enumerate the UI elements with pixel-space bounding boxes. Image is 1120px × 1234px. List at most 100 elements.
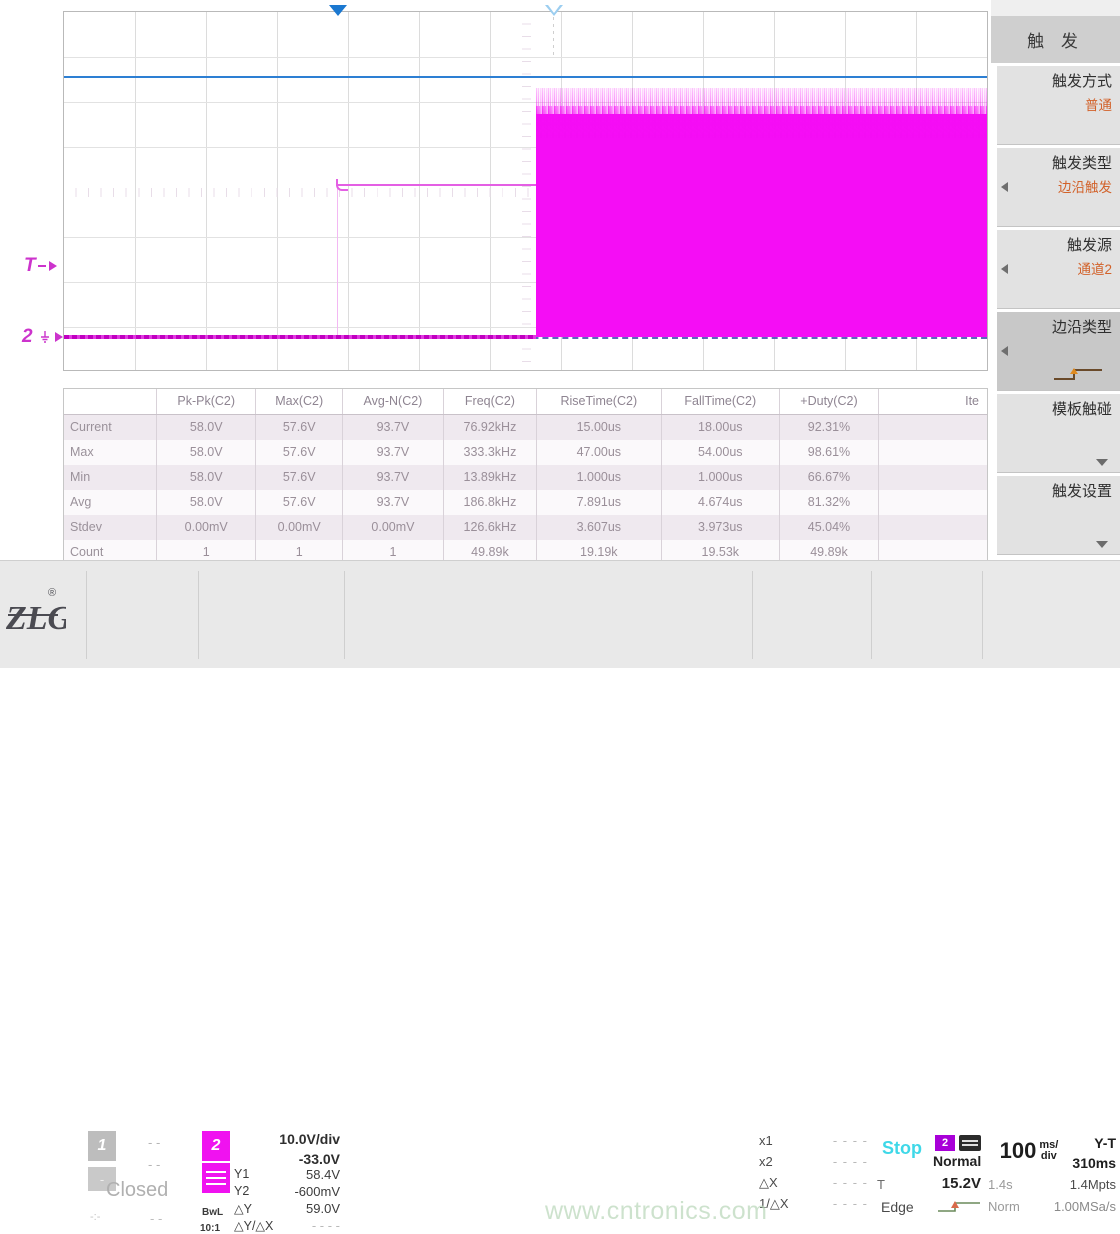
cursor-inverse-delta-x-value: - - - -: [833, 1196, 868, 1211]
cursor-x2-label: x2: [759, 1154, 773, 1169]
run-stop-status[interactable]: Stop: [875, 1133, 929, 1163]
col-head-5: RiseTime(C2): [536, 389, 661, 415]
status-bar[interactable]: ZLG ® 1 - - - - - Closed -:- - - 2 10.0V…: [0, 560, 1120, 668]
sample-rate: 1.00MSa/s: [1054, 1199, 1116, 1214]
timebase-status[interactable]: 100 ms/ div Y-T 310ms 1.4s 1.4Mpts Norm …: [986, 1133, 1118, 1221]
sidebar-item-edge-type[interactable]: 边沿类型: [997, 311, 1120, 391]
table-row: Current 58.0V 57.6V 93.7V 76.92kHz 15.00…: [64, 415, 987, 441]
channel1-value-mid: - -: [148, 1157, 160, 1172]
channel2-ground-indicator[interactable]: 2: [22, 326, 63, 348]
cell: 0.00mV: [256, 515, 342, 540]
cursor-x1-value: - - - -: [833, 1133, 868, 1148]
cell: 81.32%: [779, 490, 878, 515]
chevron-down-icon[interactable]: [1096, 459, 1108, 466]
trigger-level-label: T: [877, 1177, 885, 1192]
display-mode[interactable]: Y-T: [1094, 1135, 1116, 1151]
cell: 58.0V: [157, 490, 256, 515]
trigger-position-marker[interactable]: [329, 5, 347, 16]
col-head-4: Freq(C2): [443, 389, 536, 415]
watermark: www.cntronics.com: [545, 1197, 767, 1226]
trigger-status[interactable]: Stop 2 Normal T 15.2V Edge: [875, 1133, 983, 1221]
cell: 47.00us: [536, 440, 661, 465]
acquisition-mode[interactable]: Norm: [988, 1199, 1020, 1214]
channel2-mid-segment: [336, 184, 536, 186]
zlg-logo: ZLG: [6, 591, 66, 641]
channel2-probe-ratio[interactable]: 10:1: [200, 1223, 220, 1234]
cell: [879, 415, 988, 441]
channel1-badge[interactable]: 1: [88, 1131, 116, 1161]
sidebar-item-label: 触发源: [1001, 236, 1112, 256]
delta-y-over-x-value: - - - -: [312, 1218, 340, 1233]
channel2-volts-per-div: 10.0V/div: [279, 1131, 340, 1147]
sidebar-item-label: 触发方式: [1001, 72, 1112, 92]
timebase-value-box[interactable]: 100 ms/ div: [986, 1133, 1072, 1169]
sidebar-item-label: 触发类型: [1001, 154, 1112, 174]
memory-depth[interactable]: 1.4Mpts: [1070, 1177, 1116, 1192]
table-row: Max 58.0V 57.6V 93.7V 333.3kHz 47.00us 5…: [64, 440, 987, 465]
cell: 333.3kHz: [443, 440, 536, 465]
trigger-level-indicator[interactable]: T: [24, 255, 57, 277]
col-head-3: Avg-N(C2): [342, 389, 443, 415]
cell: 45.04%: [779, 515, 878, 540]
sidebar-item-trigger-settings[interactable]: 触发设置: [997, 475, 1120, 555]
sidebar-top-strip: [991, 0, 1120, 17]
rising-edge-icon: [1052, 366, 1106, 382]
sidebar-item-trigger-type[interactable]: 触发类型 边沿触发: [997, 147, 1120, 227]
trigger-level-value[interactable]: 15.2V: [942, 1175, 981, 1192]
trigger-delay-marker[interactable]: [545, 5, 563, 16]
timebase-delay[interactable]: 310ms: [1072, 1155, 1116, 1171]
sidebar-item-label: 边沿类型: [1001, 318, 1112, 338]
channel2-bandwidth-limit[interactable]: BwL: [202, 1207, 223, 1218]
row-label: Avg: [64, 490, 157, 515]
cursor-delta-x-label: △X: [759, 1175, 778, 1191]
chevron-left-icon[interactable]: [1001, 346, 1008, 356]
cell: 93.7V: [342, 490, 443, 515]
cell: 18.00us: [661, 415, 779, 441]
cell: 57.6V: [256, 440, 342, 465]
col-head-7: +Duty(C2): [779, 389, 878, 415]
logo-registered-mark: ®: [48, 587, 56, 599]
cell: [879, 515, 988, 540]
channel1-status[interactable]: 1 - - - - - Closed -:- - -: [88, 1127, 198, 1223]
cell: [879, 465, 988, 490]
cell: 58.0V: [157, 415, 256, 441]
chevron-down-icon[interactable]: [1096, 541, 1108, 548]
cursor-readouts[interactable]: x1 - - - - x2 - - - - △X - - - - 1/△X - …: [757, 1133, 872, 1221]
col-head-6: FallTime(C2): [661, 389, 779, 415]
row-label: Min: [64, 465, 157, 490]
timebase-unit-line2: div: [1041, 1150, 1057, 1162]
trigger-source-badge[interactable]: 2: [935, 1135, 955, 1151]
chevron-left-icon[interactable]: [1001, 264, 1008, 274]
cell: [879, 440, 988, 465]
sidebar-item-template-touch[interactable]: 模板触碰: [997, 393, 1120, 473]
channel1-bottom-left: -:-: [90, 1211, 100, 1223]
cell: 93.7V: [342, 465, 443, 490]
channel2-riser: [337, 182, 338, 339]
grid-center-ticks-v: [522, 12, 531, 370]
table-row: Avg 58.0V 57.6V 93.7V 186.8kHz 7.891us 4…: [64, 490, 987, 515]
sidebar-item-trigger-mode[interactable]: 触发方式 普通: [997, 65, 1120, 145]
channel2-badge[interactable]: 2: [202, 1131, 230, 1161]
cursor-x2-value: - - - -: [833, 1154, 868, 1169]
sidebar-item-value: 通道2: [1001, 260, 1112, 280]
row-label: Max: [64, 440, 157, 465]
oscilloscope-screen: T 2 Pk-Pk(C2) Max(C2) Avg-N(C2) Freq(C2)…: [0, 0, 1120, 667]
channel1-value-top: - -: [148, 1135, 160, 1150]
table-row: Min 58.0V 57.6V 93.7V 13.89kHz 1.000us 1…: [64, 465, 987, 490]
col-head-8: Ite: [879, 389, 988, 415]
channel2-burst: [536, 88, 987, 337]
chevron-left-icon[interactable]: [1001, 182, 1008, 192]
trigger-sweep-mode[interactable]: Normal: [933, 1153, 981, 1169]
cell: 186.8kHz: [443, 490, 536, 515]
cursor-inverse-delta-x-label: 1/△X: [759, 1196, 789, 1212]
cell: 0.00mV: [157, 515, 256, 540]
channel2-color-swatch[interactable]: [202, 1163, 230, 1193]
sidebar-item-trigger-source[interactable]: 触发源 通道2: [997, 229, 1120, 309]
trigger-type-value[interactable]: Edge: [881, 1199, 914, 1215]
waveform-grid[interactable]: [63, 11, 988, 371]
channel2-status[interactable]: 2 10.0V/div -33.0V Y1 58.4V Y2 -600mV △Y…: [200, 1127, 344, 1223]
trigger-sidebar[interactable]: 触 发 触发方式 普通 触发类型 边沿触发 触发源 通道2 边沿类型 模板触碰: [991, 0, 1120, 560]
sidebar-item-label: 模板触碰: [1001, 400, 1112, 420]
col-head-1: Pk-Pk(C2): [157, 389, 256, 415]
measurement-table[interactable]: Pk-Pk(C2) Max(C2) Avg-N(C2) Freq(C2) Ris…: [63, 388, 988, 566]
